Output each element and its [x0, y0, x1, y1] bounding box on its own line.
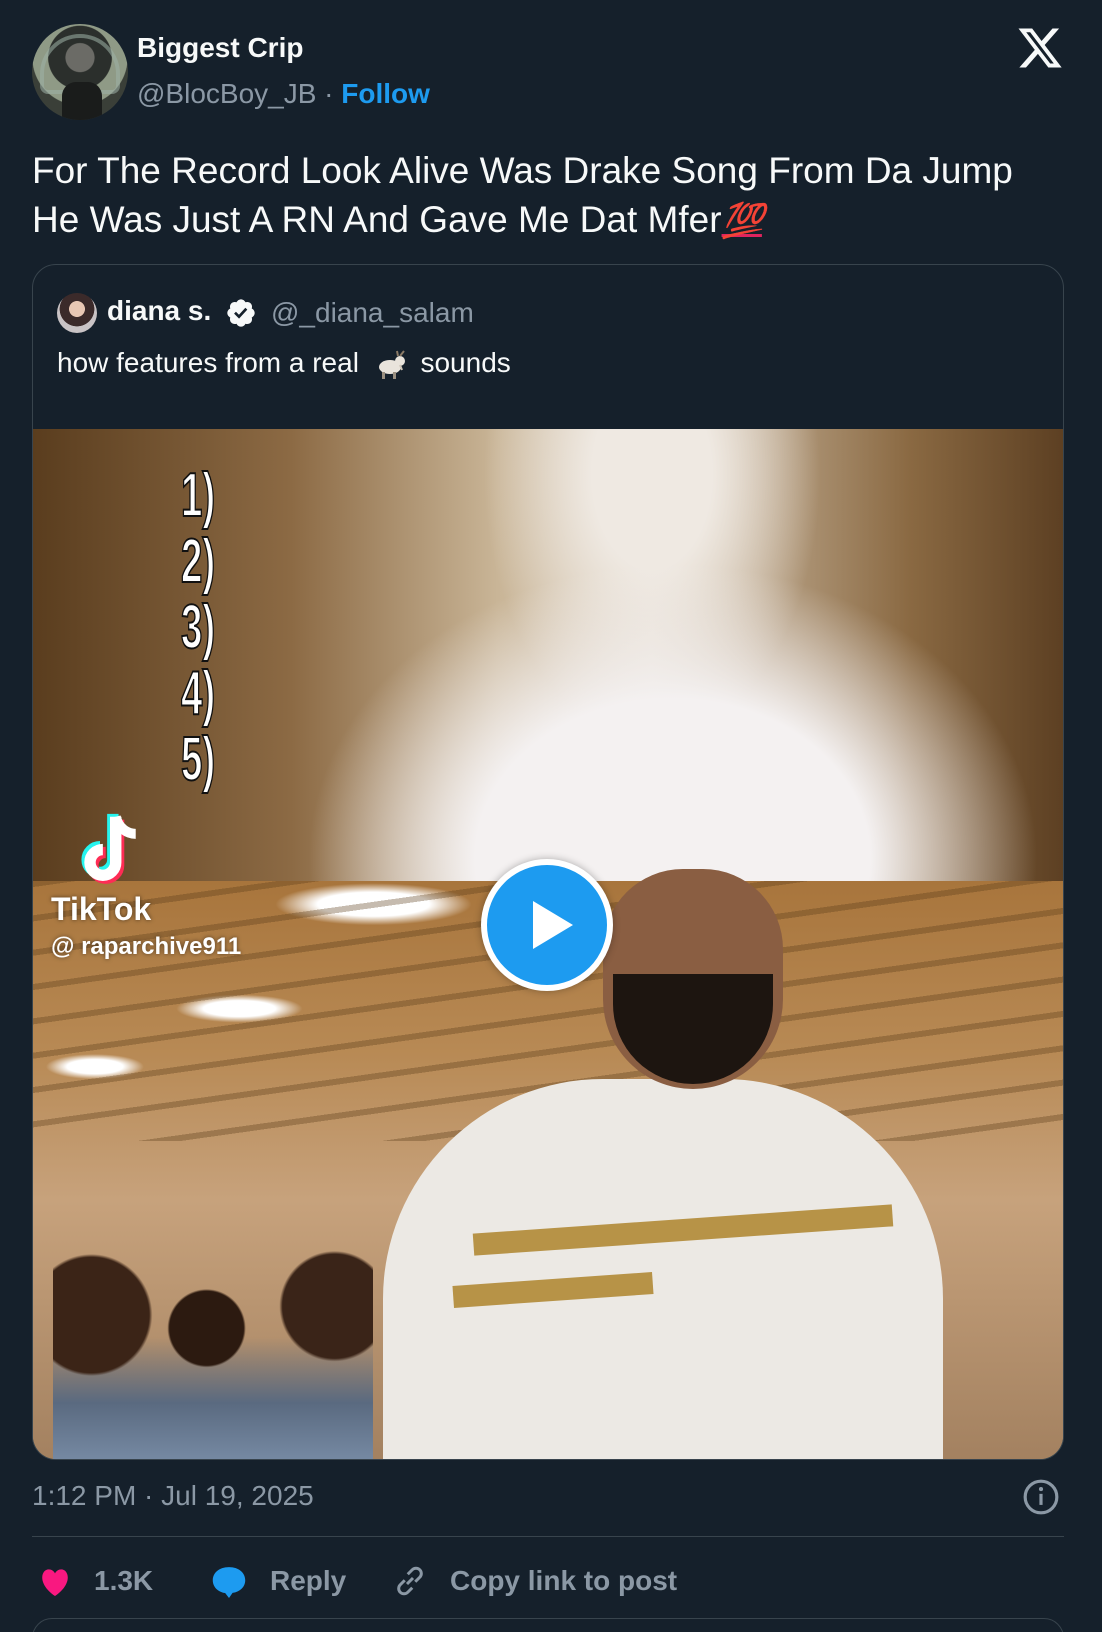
heart-icon	[42, 1569, 68, 1597]
play-button[interactable]	[481, 859, 613, 991]
link-icon	[397, 1566, 423, 1596]
footer-divider	[32, 1536, 1064, 1537]
x-logo-icon[interactable]	[1016, 24, 1064, 72]
video-player[interactable]: 1) 2) 3) 4) 5) TikTok @ raparchive911	[33, 429, 1063, 1459]
list-number: 5)	[180, 725, 216, 794]
list-number: 1)	[180, 461, 216, 530]
tweet-body: For The Record Look Alive Was Drake Song…	[32, 146, 1072, 246]
author-handle-line: @BlocBoy_JB · Follow	[137, 78, 430, 110]
tweet-actions: 1.3K Reply Copy link to post	[32, 1556, 1072, 1606]
list-number: 4)	[180, 659, 216, 728]
reply-bubble-icon	[212, 1567, 246, 1598]
handle-separator: ·	[324, 78, 334, 109]
crowd-figures	[53, 1249, 373, 1459]
tiktok-logo-icon	[81, 813, 137, 884]
quoted-author-name[interactable]: diana s.	[107, 295, 211, 327]
verified-badge-icon	[227, 299, 255, 327]
copy-link-button[interactable]: Copy link to post	[392, 1556, 677, 1606]
quoted-tweet[interactable]: diana s. @_diana_salam how features from…	[32, 264, 1064, 1460]
quoted-tweet-text: how features from a real sounds	[57, 347, 511, 380]
video-list-numbers: 1) 2) 3) 4) 5)	[180, 461, 216, 794]
copy-link-label: Copy link to post	[450, 1565, 678, 1596]
tweet-text-line-2: He Was Just A RN And Gave Me Dat Mfer💯	[32, 195, 1072, 246]
video-person-jacket	[383, 1079, 943, 1459]
tweet-text-line-1: For The Record Look Alive Was Drake Song…	[32, 150, 1013, 191]
reply-label: Reply	[270, 1565, 347, 1596]
hundred-points-emoji: 💯	[721, 202, 764, 240]
info-icon[interactable]	[1022, 1478, 1060, 1516]
follow-button[interactable]: Follow	[341, 78, 430, 109]
quoted-text-after: sounds	[420, 347, 511, 378]
tweet-text-line-2-text: He Was Just A RN And Gave Me Dat Mfer	[32, 199, 722, 240]
tiktok-watermark-handle: @ raparchive911	[51, 933, 242, 960]
read-replies-button[interactable]	[32, 1618, 1064, 1632]
list-number: 3)	[180, 593, 216, 662]
author-avatar[interactable]	[32, 24, 128, 120]
embedded-tweet-card: Biggest Crip @BlocBoy_JB · Follow For Th…	[0, 0, 1102, 1632]
quoted-text-before: how features from a real	[57, 347, 359, 378]
author-display-name[interactable]: Biggest Crip	[137, 32, 303, 64]
tweet-timestamp[interactable]: 1:12 PM · Jul 19, 2025	[32, 1480, 314, 1512]
tiktok-watermark-label: TikTok	[51, 891, 152, 927]
quoted-author-handle[interactable]: @_diana_salam	[271, 297, 474, 329]
like-count: 1.3K	[94, 1565, 154, 1596]
author-handle[interactable]: @BlocBoy_JB	[137, 78, 316, 109]
list-number: 2)	[180, 527, 216, 596]
quoted-author-avatar[interactable]	[57, 293, 97, 333]
avatar-figure	[62, 82, 102, 120]
like-button[interactable]: 1.3K	[38, 1556, 153, 1606]
goat-icon	[378, 349, 405, 379]
play-icon	[533, 901, 573, 949]
reply-button[interactable]: Reply	[210, 1556, 346, 1606]
